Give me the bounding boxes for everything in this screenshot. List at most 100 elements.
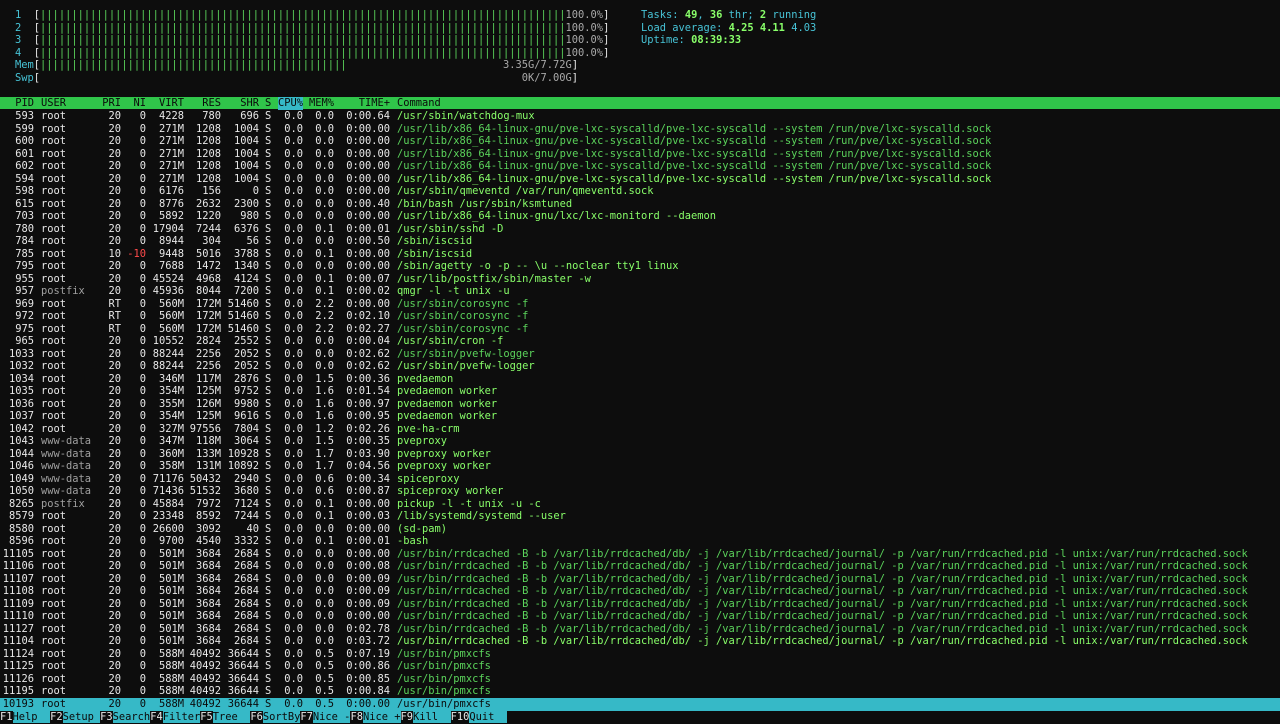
function-key-f3[interactable]: F3 bbox=[100, 711, 113, 723]
column-header-res[interactable]: RES bbox=[202, 97, 221, 110]
process-row[interactable]: 785 root 10 -10 9448 5016 3788 S 0.0 0.1 0:00.00/s… bbox=[0, 248, 1280, 261]
function-key-f5[interactable]: F5 bbox=[200, 711, 213, 723]
process-ni: 0 bbox=[139, 698, 146, 710]
process-row[interactable]: 1037 root 20 0 354M 125M 9616 S 0.0 1.6 0:00.95 pve… bbox=[0, 410, 1280, 423]
process-row[interactable]: 703 root 20 0 5892 1220 980 S 0.0 0.0 0:00.00/usr/… bbox=[0, 210, 1280, 223]
process-user: root bbox=[41, 297, 67, 310]
process-row[interactable]: 1034 root 20 0 346M 117M 2876 S 0.0 1.5 0:00.36 pve… bbox=[0, 373, 1280, 386]
function-key-f1[interactable]: F1 bbox=[0, 711, 13, 723]
process-cpu: 0.0 bbox=[284, 698, 303, 710]
process-row[interactable]: 11104 root 20 0 501M 3684 2684 S 0.0 0.0 0:03.72/u… bbox=[0, 635, 1280, 648]
function-key-label-f6[interactable]: SortBy bbox=[262, 711, 301, 723]
process-row-selected[interactable]: 10193 root 20 0 588M 40492 36644 S 0.0 0.5 0:00.00… bbox=[0, 698, 1280, 711]
process-row[interactable]: 8579 root 20 0 23348 8592 7244 S 0.0 0.1 0:00.03/l… bbox=[0, 510, 1280, 523]
process-row[interactable]: 1035 root 20 0 354M 125M 9752 S 0.0 1.6 0:01.54 pve… bbox=[0, 385, 1280, 398]
process-s: S bbox=[265, 698, 272, 710]
function-key-label-f3[interactable]: Search bbox=[112, 711, 151, 723]
process-row[interactable]: 957 postfix 20 0 45936 8044 7200 S 0.0 0.1 0:00.02… bbox=[0, 285, 1280, 298]
column-header-mem[interactable]: MEM% bbox=[309, 97, 334, 110]
process-shr: 36644 bbox=[227, 685, 259, 697]
process-row[interactable]: 965 root 20 0 10552 2824 2552 S 0.0 0.0 0:00.04/us… bbox=[0, 335, 1280, 348]
function-key-label-f9[interactable]: Kill bbox=[413, 711, 451, 723]
process-shr: 2684 bbox=[233, 585, 259, 597]
process-row[interactable]: 598 root 20 0 6176 156 0 S 0.0 0.0 0:00.00/usr/sbi… bbox=[0, 185, 1280, 198]
function-key-f9[interactable]: F9 bbox=[400, 711, 414, 723]
process-row[interactable]: 600 root 20 0 271M 1208 1004 S 0.0 0.0 0:00.00/usr… bbox=[0, 135, 1280, 148]
process-s: S bbox=[265, 172, 272, 185]
process-row[interactable]: 8580 root 20 0 26600 3092 40 S 0.0 0.0 0:00.00 (sd-… bbox=[0, 523, 1280, 536]
function-key-f8[interactable]: F8 bbox=[350, 711, 363, 723]
process-row[interactable]: 11125 root 20 0 588M 40492 36644 S 0.0 0.5 0:00.86… bbox=[0, 660, 1280, 673]
process-ni: 0 bbox=[139, 647, 146, 660]
function-key-f10[interactable]: F10 bbox=[450, 711, 470, 723]
process-row[interactable]: 11107 root 20 0 501M 3684 2684 S 0.0 0.0 0:00.09/u… bbox=[0, 573, 1280, 586]
column-header-ni[interactable]: NI bbox=[133, 97, 146, 110]
process-row[interactable]: 1050 www-data 20 0 71436 51532 3680 S 0.0 0.6 0:00… bbox=[0, 485, 1280, 498]
column-header-pri[interactable]: PRI bbox=[102, 97, 121, 110]
process-row[interactable]: 11105 root 20 0 501M 3684 2684 S 0.0 0.0 0:00.00/u… bbox=[0, 548, 1280, 561]
process-row[interactable]: 11108 root 20 0 501M 3684 2684 S 0.0 0.0 0:00.09/u… bbox=[0, 585, 1280, 598]
process-row[interactable]: 1043 www-data 20 0 347M 118M 3064 S 0.0 1.5 0:00.3… bbox=[0, 435, 1280, 448]
cpu-meter-label: 2 bbox=[15, 21, 22, 34]
process-row[interactable]: 11127 root 20 0 501M 3684 2684 S 0.0 0.0 0:02.78/u… bbox=[0, 623, 1280, 636]
process-cmd: /usr/bin/pmxcfs bbox=[397, 647, 491, 660]
process-row[interactable]: 599 root 20 0 271M 1208 1004 S 0.0 0.0 0:00.00/usr… bbox=[0, 123, 1280, 136]
process-row[interactable]: 11126 root 20 0 588M 40492 36644 S 0.0 0.5 0:00.85… bbox=[0, 673, 1280, 686]
process-cpu: 0.0 bbox=[284, 135, 303, 147]
process-row[interactable]: 11195 root 20 0 588M 40492 36644 S 0.0 0.5 0:00.84… bbox=[0, 685, 1280, 698]
meter-bracket: ] bbox=[571, 59, 579, 71]
process-row[interactable]: 795 root 20 0 7688 1472 1340 S 0.0 0.0 0:00.00/sbi… bbox=[0, 260, 1280, 273]
function-key-f4[interactable]: F4 bbox=[150, 711, 163, 723]
process-row[interactable]: 969 root RT 0 560M 172M 51460 S 0.0 2.2 0:00.00/us… bbox=[0, 298, 1280, 311]
column-header-command[interactable]: Command bbox=[397, 97, 441, 110]
process-row[interactable]: 615 root 20 0 8776 2632 2300 S 0.0 0.0 0:00.40/bin… bbox=[0, 198, 1280, 211]
column-header-pid[interactable]: PID bbox=[15, 97, 34, 110]
process-row[interactable]: 602 root 20 0 271M 1208 1004 S 0.0 0.0 0:00.00/usr… bbox=[0, 160, 1280, 173]
function-key-label-f8[interactable]: Nice + bbox=[362, 711, 401, 723]
function-key-label-f1[interactable]: Help bbox=[12, 711, 51, 723]
process-row[interactable]: 1044 www-data 20 0 360M 133M 10928 S 0.0 1.7 0:03.… bbox=[0, 448, 1280, 461]
column-header-s[interactable]: S bbox=[265, 97, 271, 110]
process-cpu: 0.0 bbox=[284, 222, 303, 235]
process-row[interactable]: 784 root 20 0 8944 304 56 S 0.0 0.0 0:00.50/sbin/i… bbox=[0, 235, 1280, 248]
column-header-time[interactable]: TIME+ bbox=[359, 97, 390, 110]
process-row[interactable]: 780 root 20 0 17904 7244 6376 S 0.0 0.1 0:00.01/us… bbox=[0, 223, 1280, 236]
function-key-label-f5[interactable]: Tree bbox=[212, 711, 251, 723]
process-user: root bbox=[41, 560, 67, 572]
process-row[interactable]: 8265 postfix 20 0 45884 7972 7124 S 0.0 0.1 0:00.0… bbox=[0, 498, 1280, 511]
process-row[interactable]: 955 root 20 0 45524 4968 4124 S 0.0 0.1 0:00.07/us… bbox=[0, 273, 1280, 286]
process-cmd: (sd-pam) bbox=[397, 522, 448, 535]
process-row[interactable]: 593 root 20 0 4228 780 696 S 0.0 0.0 0:00.64/usr/s… bbox=[0, 110, 1280, 123]
process-row[interactable]: 1042 root 20 0 327M 97556 7804 S 0.0 1.2 0:02.26 pv… bbox=[0, 423, 1280, 436]
process-row[interactable]: 1033 root 20 0 88244 2256 2052 S 0.0 0.0 0:02.62/u… bbox=[0, 348, 1280, 361]
function-key-f6[interactable]: F6 bbox=[250, 711, 263, 723]
process-row[interactable]: 1046 www-data 20 0 358M 131M 10892 S 0.0 1.7 0:04.… bbox=[0, 460, 1280, 473]
function-key-label-f10[interactable]: Quit bbox=[469, 711, 507, 723]
function-key-f7[interactable]: F7 bbox=[300, 711, 313, 723]
process-pid: 11110 bbox=[2, 610, 34, 622]
process-pri: 20 bbox=[108, 698, 121, 710]
process-row[interactable]: 11124 root 20 0 588M 40492 36644 S 0.0 0.5 0:07.19… bbox=[0, 648, 1280, 661]
process-row[interactable]: 972 root RT 0 560M 172M 51460 S 0.0 2.2 0:02.10/us… bbox=[0, 310, 1280, 323]
process-cpu: 0.0 bbox=[284, 322, 303, 335]
column-header-user[interactable]: USER bbox=[41, 97, 66, 110]
function-key-label-f7[interactable]: Nice - bbox=[312, 711, 351, 723]
function-key-f2[interactable]: F2 bbox=[50, 711, 63, 723]
process-row[interactable]: 601 root 20 0 271M 1208 1004 S 0.0 0.0 0:00.00/usr… bbox=[0, 148, 1280, 161]
column-header-virt[interactable]: VIRT bbox=[159, 97, 184, 110]
process-row[interactable]: 975 root RT 0 560M 172M 51460 S 0.0 2.2 0:02.27/us… bbox=[0, 323, 1280, 336]
process-row[interactable]: 11109 root 20 0 501M 3684 2684 S 0.0 0.0 0:00.09/u… bbox=[0, 598, 1280, 611]
column-header-cpu[interactable]: CPU% bbox=[277, 97, 303, 110]
function-key-label-f4[interactable]: Filter bbox=[162, 711, 201, 723]
process-row[interactable]: 1036 root 20 0 355M 126M 9980 S 0.0 1.6 0:00.97 pve… bbox=[0, 398, 1280, 411]
process-pri: 20 bbox=[108, 497, 121, 510]
process-row[interactable]: 1032 root 20 0 88244 2256 2052 S 0.0 0.0 0:02.62/u… bbox=[0, 360, 1280, 373]
process-row[interactable]: 8596 root 20 0 9700 4540 3332 S 0.0 0.1 0:00.01 -ba… bbox=[0, 535, 1280, 548]
process-row[interactable]: 594 root 20 0 271M 1208 1004 S 0.0 0.0 0:00.00/usr… bbox=[0, 173, 1280, 186]
process-virt: 45884 bbox=[152, 497, 184, 510]
function-key-label-f2[interactable]: Setup bbox=[62, 711, 101, 723]
process-row[interactable]: 1049 www-data 20 0 71176 50432 2940 S 0.0 0.6 0:00… bbox=[0, 473, 1280, 486]
process-row[interactable]: 11106 root 20 0 501M 3684 2684 S 0.0 0.0 0:00.08/u… bbox=[0, 560, 1280, 573]
column-header-shr[interactable]: SHR bbox=[240, 97, 259, 110]
process-row[interactable]: 11110 root 20 0 501M 3684 2684 S 0.0 0.0 0:00.00/u… bbox=[0, 610, 1280, 623]
